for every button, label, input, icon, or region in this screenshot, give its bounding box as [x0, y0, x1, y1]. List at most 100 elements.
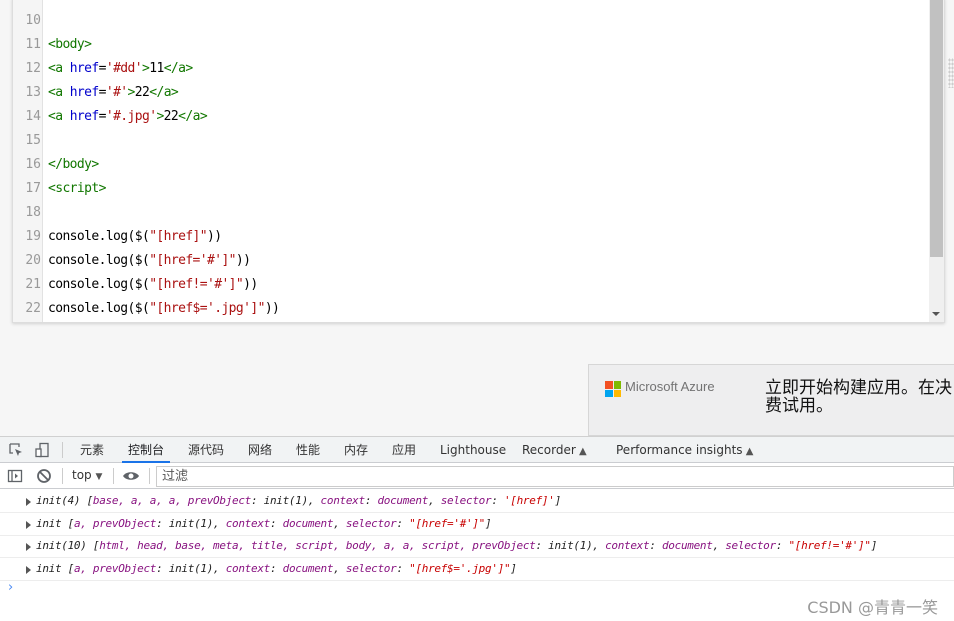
tab-7[interactable]: Lighthouse [434, 437, 512, 463]
line-number: 21 [25, 277, 41, 292]
code-token: console.log($( [48, 277, 150, 292]
tab-0[interactable]: 元素 [74, 437, 110, 463]
code-token: </a> [149, 85, 179, 100]
line-number: 22 [25, 301, 41, 316]
ad-text-line1: 立即开始构建应用。在决 [765, 378, 952, 398]
console-token: document [282, 561, 334, 575]
code-token: <a [48, 109, 70, 124]
tab-3[interactable]: 网络 [242, 437, 278, 463]
console-token: selector [345, 516, 397, 530]
tab-6[interactable]: 应用 [386, 437, 422, 463]
scroll-down-arrow-icon[interactable] [932, 312, 940, 316]
code-text: <a href='#dd'>11</a> [48, 57, 193, 81]
tab-label: 元素 [80, 443, 105, 457]
code-token: href [69, 109, 100, 124]
tab-label: 应用 [392, 443, 417, 457]
tab-9[interactable]: Performance insights ▲ [610, 437, 759, 463]
code-token: console.log($( [48, 301, 150, 316]
code-line: 19 console.log($("[href]")) [13, 225, 913, 249]
line-number: 13 [25, 85, 41, 100]
code-text: <a href='#'>22</a> [48, 81, 179, 105]
code-token: "[href]" [149, 229, 208, 244]
live-expression-eye-icon[interactable] [122, 468, 139, 484]
scrollbar-thumb[interactable] [930, 0, 943, 257]
console-row[interactable]: init(10) [html, head, base, meta, title,… [0, 535, 954, 558]
expand-triangle-icon[interactable] [26, 498, 31, 506]
code-token: "[href$='.jpg']" [149, 301, 265, 316]
ad-brand: Microsoft Azure [625, 379, 715, 394]
console-token: : [364, 494, 378, 507]
azure-ad-banner[interactable]: Microsoft Azure 立即开始构建应用。在决 费试用。 [588, 364, 954, 436]
console-token: '[href]' [503, 494, 555, 507]
ad-text-line2: 费试用。 [765, 396, 833, 416]
code-line: 22 console.log($("[href$='.jpg']")) [13, 297, 913, 321]
tab-2[interactable]: 源代码 [182, 437, 230, 463]
console-prompt[interactable]: › [8, 580, 13, 595]
tab-label: 源代码 [188, 443, 225, 457]
console-token: "[href='#']" [409, 516, 485, 530]
console-token: , [428, 494, 441, 507]
code-token: console.log($( [48, 229, 150, 244]
tab-label: 内存 [344, 443, 369, 457]
console-token: selector [440, 494, 492, 507]
tab-label: Recorder [522, 443, 576, 457]
sidebar-toggle-icon[interactable] [7, 468, 23, 484]
line-number: 14 [25, 109, 41, 124]
tab-5[interactable]: 内存 [338, 437, 374, 463]
code-token: <a [48, 85, 70, 100]
code-token: <body> [48, 37, 92, 52]
divider [149, 468, 150, 484]
console-token: selector [725, 539, 776, 552]
console-row[interactable]: init(4) [base, a, a, a, prevObject: init… [0, 490, 954, 513]
code-token: 22 [134, 85, 150, 100]
clear-console-icon[interactable] [36, 468, 52, 484]
code-line: 18 [13, 201, 913, 225]
console-token: a, prevObject [73, 561, 157, 575]
console-token: a, prevObject [73, 516, 157, 530]
devtools-panel: 元素 控制台 源代码 网络 性能 内存 应用 Lighthouse Recorder ▲ Perf… [0, 436, 954, 621]
code-line: 16 </body> [13, 153, 913, 177]
code-line: 12 <a href='#dd'>11</a> [13, 57, 913, 81]
code-token: console.log($( [48, 253, 150, 268]
code-token: '#dd' [105, 61, 143, 76]
code-token: )) [264, 301, 280, 316]
line-number: 11 [25, 37, 41, 52]
console-token: ] [554, 494, 562, 507]
code-token: </a> [163, 61, 194, 76]
console-token: init(10) [ [36, 539, 100, 552]
code-token: )) [235, 253, 251, 268]
tab-1[interactable]: 控制台 [122, 437, 171, 463]
line-number: 12 [25, 61, 41, 76]
line-number: 17 [25, 181, 41, 196]
line-number: 15 [25, 133, 41, 148]
code-token: 11 [149, 61, 164, 76]
console-message: init(4) [base, a, a, a, prevObject: init… [36, 490, 561, 512]
console-row[interactable]: init [a, prevObject: init(1), context: d… [0, 513, 954, 536]
device-toolbar-icon[interactable] [34, 442, 50, 458]
console-row[interactable]: init [a, prevObject: init(1), context: d… [0, 558, 954, 581]
console-token: document [377, 494, 429, 507]
editor-scrollbar[interactable] [929, 0, 944, 322]
resize-grip-icon[interactable] [948, 58, 954, 88]
code-text: console.log($("[href='#']")) [48, 249, 251, 273]
context-selector[interactable]: top ▼ [72, 468, 102, 482]
tab-8[interactable]: Recorder ▲ [516, 437, 593, 463]
tab-4[interactable]: 性能 [290, 437, 326, 463]
inspect-element-icon[interactable] [8, 442, 24, 458]
console-token: html, head, base, meta, title, script, b… [99, 539, 536, 552]
code-text: console.log($("[href!='#']")) [48, 273, 258, 297]
console-token: : [649, 539, 662, 552]
code-editor[interactable]: 10 11 <body> 12 <a href='#dd'>11</a> 13 <a hre… [12, 0, 945, 323]
divider [62, 442, 63, 458]
code-text: <script> [48, 177, 106, 201]
expand-triangle-icon[interactable] [26, 520, 31, 529]
console-token: context [320, 494, 366, 507]
microsoft-logo-icon [605, 381, 621, 397]
console-message: init [a, prevObject: init(1), context: d… [36, 558, 517, 580]
code-line: 15 [13, 129, 913, 153]
expand-triangle-icon[interactable] [26, 565, 31, 574]
expand-triangle-icon[interactable] [26, 543, 31, 551]
console-token: context [225, 516, 271, 530]
code-token: </a> [178, 109, 208, 124]
filter-input[interactable]: 过滤 [156, 466, 954, 487]
